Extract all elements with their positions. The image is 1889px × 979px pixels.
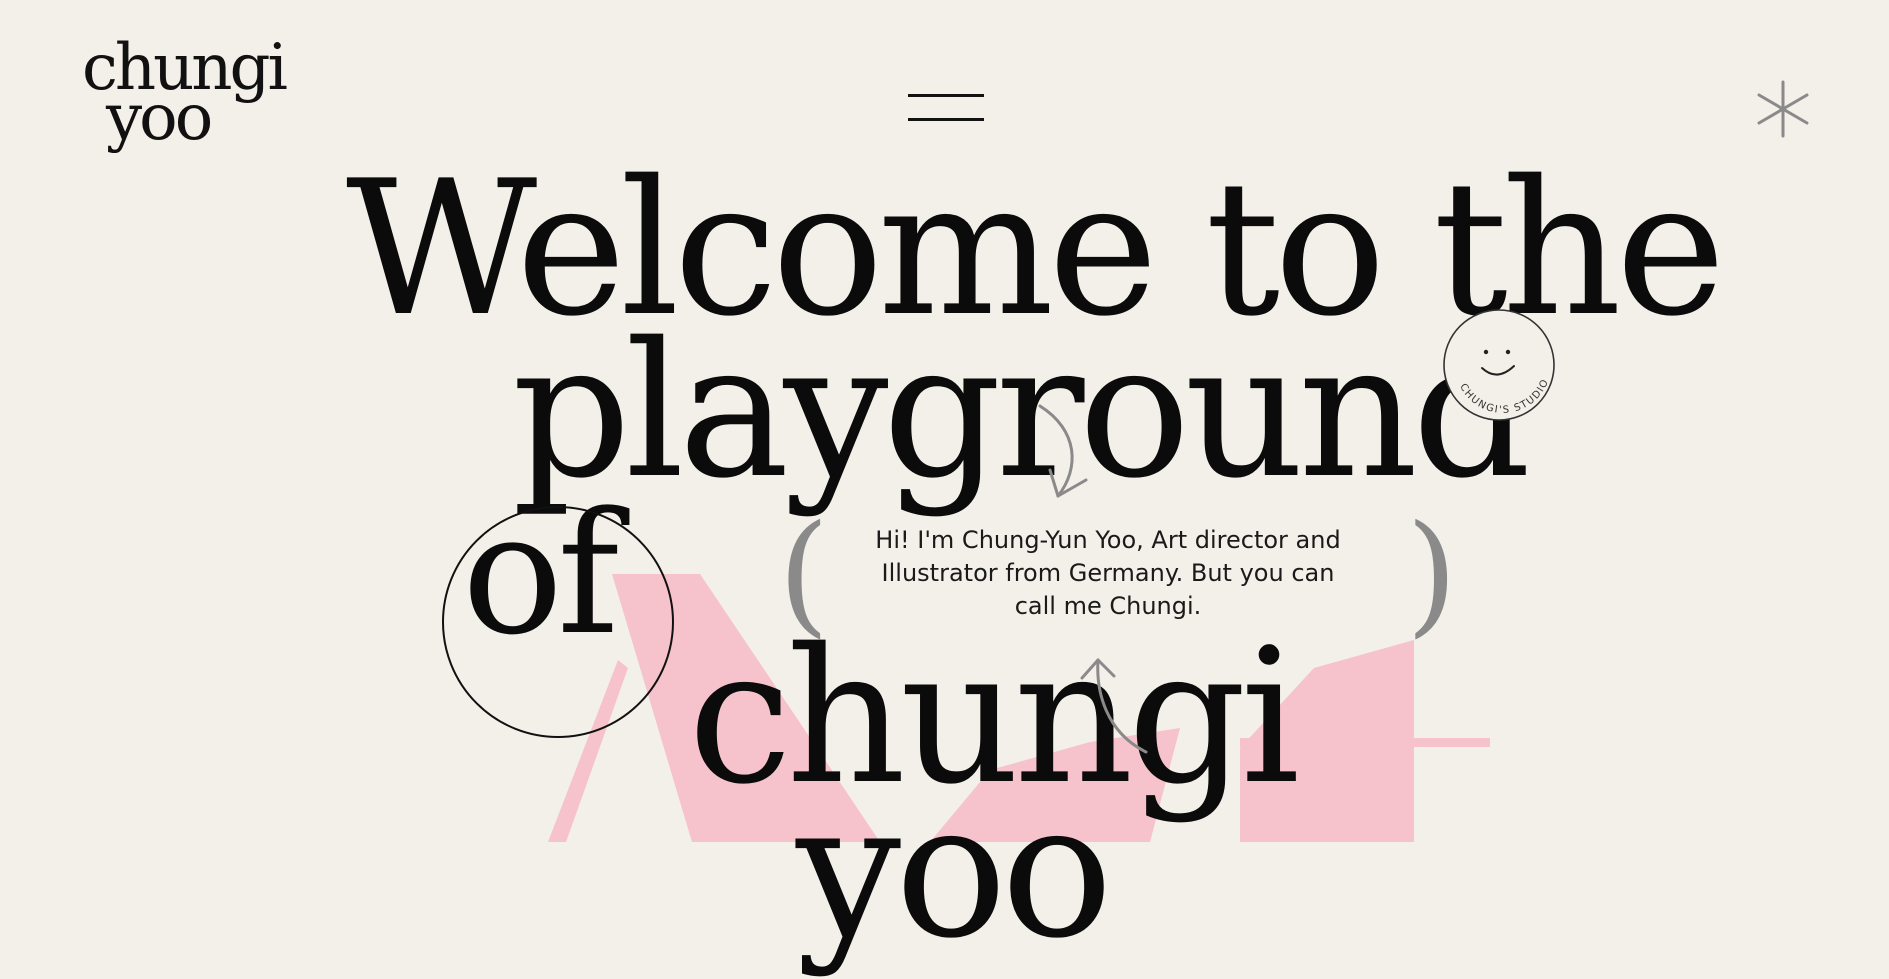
asterisk-icon[interactable] — [1752, 78, 1814, 140]
right-parenthesis: ) — [1406, 497, 1458, 651]
hero-headline-line-2: playground — [512, 302, 1531, 519]
hamburger-icon — [908, 94, 984, 97]
logo[interactable]: chungi yoo — [82, 36, 302, 150]
curved-arrow-up-icon — [1080, 658, 1148, 754]
hamburger-icon-bar — [908, 118, 984, 121]
intro-text: Hi! I'm Chung-Yun Yoo, Art director and … — [875, 526, 1341, 620]
left-parenthesis: ( — [778, 497, 830, 651]
of-circle-outline — [442, 506, 674, 738]
hamburger-menu-button[interactable] — [906, 90, 986, 126]
smiley-stamp-icon[interactable]: CHUNGI'S STUDIO — [1442, 308, 1556, 422]
curved-arrow-down-icon — [1038, 404, 1088, 498]
hero-headline-yoo: yoo — [796, 762, 1113, 979]
